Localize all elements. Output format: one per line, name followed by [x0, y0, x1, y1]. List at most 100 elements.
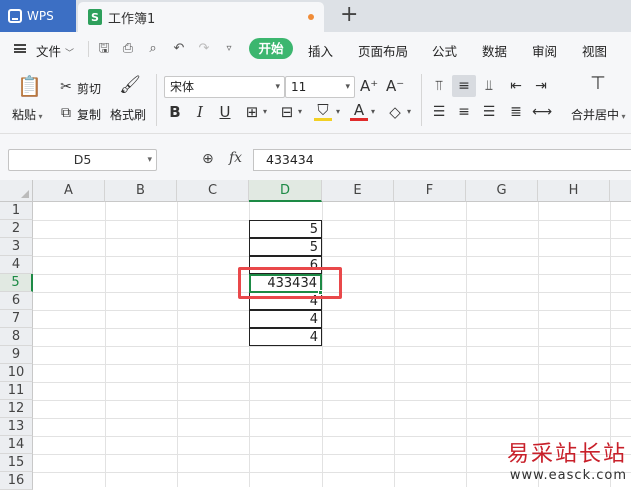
- cell-style-dropdown-icon[interactable]: ▾: [298, 107, 302, 116]
- undo-icon[interactable]: ↶: [171, 41, 187, 57]
- tab-view[interactable]: 视图: [582, 41, 607, 60]
- spreadsheet-grid[interactable]: A B C D E F G H 1 2 3 4 5 6 7 8 9 10 11 …: [0, 180, 631, 490]
- tab-page-layout[interactable]: 页面布局: [358, 41, 408, 60]
- formula-input[interactable]: 433434: [253, 149, 631, 171]
- gridline: [33, 346, 631, 347]
- decrease-indent-icon[interactable]: ⇤: [507, 77, 525, 95]
- align-center-icon[interactable]: ≡: [455, 103, 473, 121]
- scissors-icon: ✂: [60, 79, 72, 95]
- fill-color-dropdown-icon[interactable]: ▾: [336, 107, 340, 116]
- align-middle-icon[interactable]: ≡: [455, 77, 473, 95]
- row-header-5[interactable]: 5: [0, 274, 33, 292]
- underline-button[interactable]: U: [216, 103, 234, 121]
- align-right-icon[interactable]: ☰: [480, 103, 498, 121]
- merge-cells-icon[interactable]: ⊤: [587, 75, 609, 97]
- font-name-select[interactable]: 宋体 ▾: [164, 76, 285, 98]
- column-header-e[interactable]: E: [322, 180, 394, 202]
- cut-button[interactable]: 剪切: [77, 80, 101, 97]
- column-header-d[interactable]: D: [249, 180, 322, 202]
- format-painter-button[interactable]: 格式刷: [110, 106, 146, 123]
- font-color-dropdown-icon[interactable]: ▾: [371, 107, 375, 116]
- gridline: [177, 202, 178, 487]
- row-header-2[interactable]: 2: [0, 220, 33, 238]
- font-size-select[interactable]: 11 ▾: [285, 76, 355, 98]
- divider: [156, 74, 157, 126]
- new-tab-button[interactable]: +: [340, 3, 358, 27]
- row-header-8[interactable]: 8: [0, 328, 33, 346]
- cell-style-icon[interactable]: ⊟: [278, 103, 296, 121]
- clipboard-icon[interactable]: 📋: [17, 74, 42, 98]
- merge-center-button[interactable]: 合并居中 ▾: [571, 106, 626, 123]
- print-preview-icon[interactable]: ⌕: [145, 41, 161, 57]
- name-box[interactable]: D5 ▾: [8, 149, 157, 171]
- align-left-icon[interactable]: ☰: [430, 103, 448, 121]
- document-tab[interactable]: S 工作簿1: [78, 2, 324, 32]
- row-header-6[interactable]: 6: [0, 292, 33, 310]
- print-icon[interactable]: ⎙: [120, 41, 136, 57]
- unsaved-dot-icon: [308, 14, 314, 20]
- gridline: [322, 202, 323, 487]
- gridline: [33, 310, 631, 311]
- tab-insert[interactable]: 插入: [308, 41, 333, 60]
- customize-quick-access-icon[interactable]: ▿: [221, 41, 237, 57]
- bold-button[interactable]: B: [166, 103, 184, 121]
- title-bar: WPS S 工作簿1 +: [0, 0, 631, 32]
- tab-start[interactable]: 开始: [249, 38, 293, 59]
- select-all-corner[interactable]: [0, 180, 33, 202]
- divider: [88, 41, 89, 57]
- column-header-c[interactable]: C: [177, 180, 249, 202]
- tab-formulas[interactable]: 公式: [432, 41, 457, 60]
- tab-review[interactable]: 审阅: [532, 41, 557, 60]
- borders-icon[interactable]: ⊞: [243, 103, 261, 121]
- insert-function-icon[interactable]: fx: [229, 150, 242, 166]
- cell-d8[interactable]: 4: [249, 328, 322, 346]
- zoom-icon[interactable]: ⊕: [202, 151, 214, 167]
- row-header-13[interactable]: 13: [0, 418, 33, 436]
- column-header-f[interactable]: F: [394, 180, 466, 202]
- row-header-7[interactable]: 7: [0, 310, 33, 328]
- row-header-10[interactable]: 10: [0, 364, 33, 382]
- row-header-11[interactable]: 11: [0, 382, 33, 400]
- redo-icon[interactable]: ↷: [196, 41, 212, 57]
- decrease-font-icon[interactable]: A⁻: [386, 77, 404, 95]
- borders-dropdown-icon[interactable]: ▾: [263, 107, 267, 116]
- column-header-h[interactable]: H: [538, 180, 610, 202]
- fill-color-icon[interactable]: ⛉: [314, 101, 332, 121]
- row-header-9[interactable]: 9: [0, 346, 33, 364]
- align-top-icon[interactable]: ⫪: [430, 77, 448, 95]
- align-bottom-icon[interactable]: ⫫: [480, 77, 498, 95]
- row-header-12[interactable]: 12: [0, 400, 33, 418]
- column-header-a[interactable]: A: [33, 180, 105, 202]
- row-header-3[interactable]: 3: [0, 238, 33, 256]
- gridline: [33, 364, 631, 365]
- clear-format-dropdown-icon[interactable]: ▾: [407, 107, 411, 116]
- increase-font-icon[interactable]: A⁺: [360, 77, 378, 95]
- wps-home-tab[interactable]: WPS: [0, 0, 76, 32]
- increase-indent-icon[interactable]: ⇥: [532, 77, 550, 95]
- save-icon[interactable]: 🖫: [96, 41, 112, 57]
- copy-button[interactable]: 复制: [77, 106, 101, 123]
- column-header-g[interactable]: G: [466, 180, 538, 202]
- tab-data[interactable]: 数据: [482, 41, 507, 60]
- hamburger-icon[interactable]: [14, 44, 26, 53]
- row-header-16[interactable]: 16: [0, 472, 33, 490]
- gridline: [33, 400, 631, 401]
- column-header-b[interactable]: B: [105, 180, 177, 202]
- font-color-icon[interactable]: A: [350, 101, 368, 121]
- cell-d3[interactable]: 5: [249, 238, 322, 256]
- file-menu[interactable]: 文件 ﹀: [36, 41, 74, 60]
- clear-format-icon[interactable]: ◇: [386, 103, 404, 121]
- distributed-align-icon[interactable]: ⟷: [532, 103, 552, 121]
- row-header-14[interactable]: 14: [0, 436, 33, 454]
- cell-d7[interactable]: 4: [249, 310, 322, 328]
- gridline: [466, 202, 467, 487]
- row-header-1[interactable]: 1: [0, 202, 33, 220]
- paste-button[interactable]: 粘贴 ▾: [12, 106, 43, 123]
- row-header-4[interactable]: 4: [0, 256, 33, 274]
- row-header-15[interactable]: 15: [0, 454, 33, 472]
- justify-icon[interactable]: ≣: [507, 103, 525, 121]
- column-header-partial[interactable]: [610, 180, 631, 202]
- gridline: [33, 256, 631, 257]
- italic-button[interactable]: I: [191, 103, 209, 121]
- cell-d2[interactable]: 5: [249, 220, 322, 238]
